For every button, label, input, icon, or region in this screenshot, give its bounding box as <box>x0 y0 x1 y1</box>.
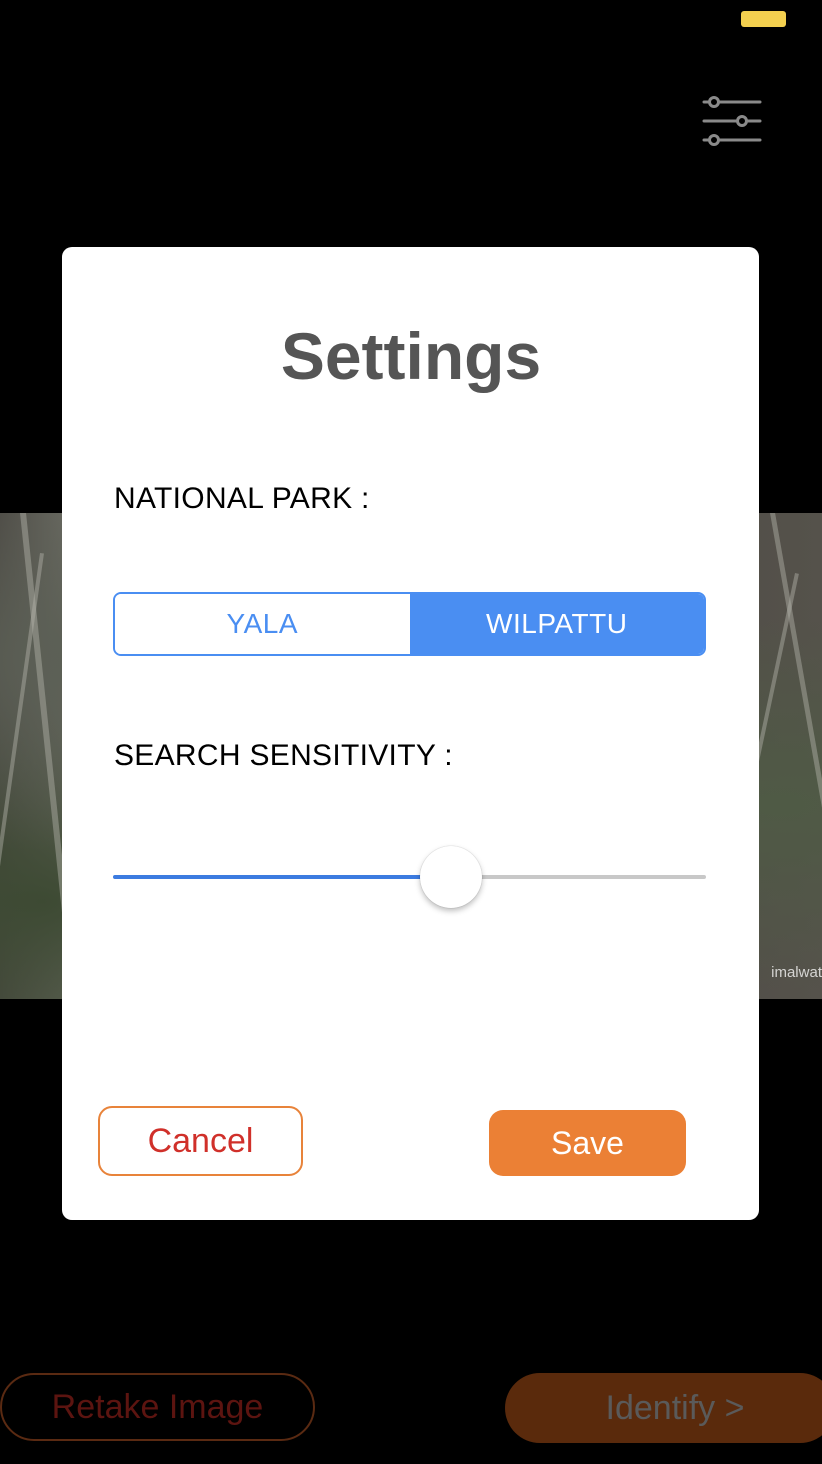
cancel-button[interactable]: Cancel <box>98 1106 303 1176</box>
segment-yala[interactable]: YALA <box>115 594 410 654</box>
segment-wilpattu[interactable]: WILPATTU <box>409 594 704 654</box>
national-park-segmented-control[interactable]: YALA WILPATTU <box>113 592 706 656</box>
dialog-title: Settings <box>280 319 542 393</box>
slider-thumb[interactable] <box>420 846 482 908</box>
battery-icon <box>741 11 786 27</box>
sliders-icon[interactable] <box>700 92 764 152</box>
search-sensitivity-slider[interactable] <box>113 846 706 908</box>
slider-track-empty <box>451 875 706 879</box>
slider-track-filled <box>113 875 451 879</box>
screen: imalwat Retake Image Identify > Settings… <box>0 0 822 1464</box>
photo-watermark: imalwat <box>771 964 822 981</box>
identify-button[interactable]: Identify > <box>505 1373 822 1443</box>
search-sensitivity-label: SEARCH SENSITIVITY : <box>114 739 453 772</box>
national-park-label: NATIONAL PARK : <box>114 482 370 515</box>
save-button[interactable]: Save <box>489 1110 686 1176</box>
retake-image-button[interactable]: Retake Image <box>0 1373 315 1441</box>
